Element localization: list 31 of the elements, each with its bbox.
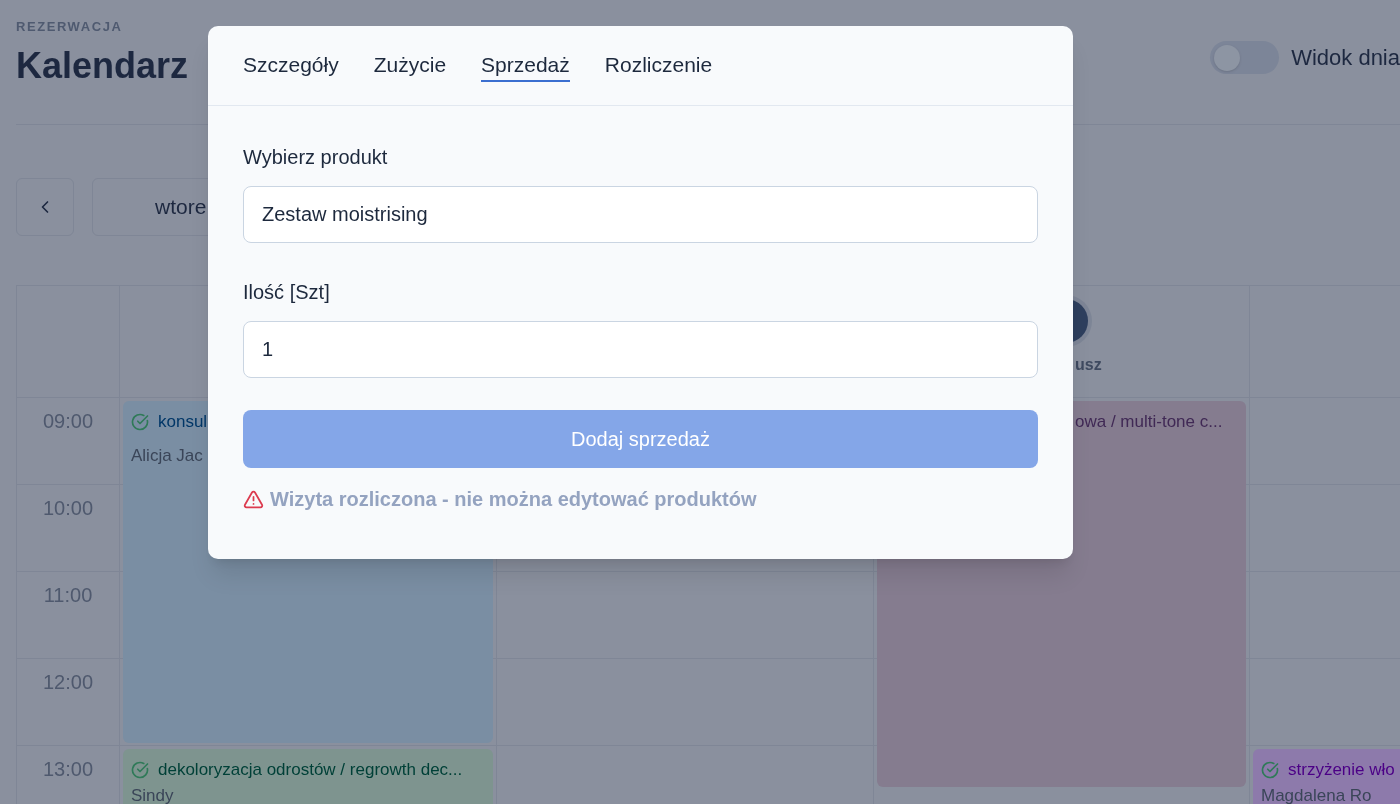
client-name: Magdalena Ro [1260, 786, 1372, 804]
back-button[interactable] [16, 178, 74, 236]
hour-label: 11:00 [43, 583, 93, 608]
check-circle-icon [131, 761, 149, 779]
staff-name: usz [1075, 355, 1102, 375]
check-circle-icon [131, 413, 149, 431]
tab[interactable]: Sprzedaż [481, 49, 570, 82]
toggle-label: Widok dnia [1291, 43, 1400, 72]
tab[interactable]: Rozliczenie [604, 49, 713, 82]
tab[interactable]: Szczegóły [243, 49, 339, 82]
tab[interactable]: Zużycie [373, 49, 447, 82]
hour-label: 12:00 [42, 670, 94, 695]
toggle-switch[interactable] [1210, 41, 1280, 74]
check-circle-icon [1261, 761, 1279, 779]
input-field[interactable]: Zestaw moistrising [243, 186, 1038, 243]
field-label: Wybierz produkt [243, 145, 388, 170]
event-title: owa / multi-tone c... [1075, 411, 1223, 433]
event-title: strzyżenie wło [1288, 759, 1395, 781]
hour-label: 10:00 [42, 496, 94, 521]
hour-label: 13:00 [42, 757, 94, 782]
page-title: Kalendarz [16, 44, 189, 88]
event-title: dekoloryzacja odrostów / regrowth dec... [158, 759, 463, 781]
event-card[interactable]: dekoloryzacja odrostów / regrowth dec... Sindy [123, 749, 493, 804]
page-eyebrow: REZERWACJA [16, 19, 123, 35]
hour-label: 09:00 [42, 409, 94, 434]
client-name: Alicja Jac [130, 446, 203, 466]
input-field[interactable]: 1 [243, 321, 1038, 378]
field-label: Ilość [Szt] [243, 280, 330, 305]
client-name: Sindy [130, 786, 174, 804]
event-title: konsul [158, 411, 208, 433]
warning-icon [243, 488, 264, 510]
